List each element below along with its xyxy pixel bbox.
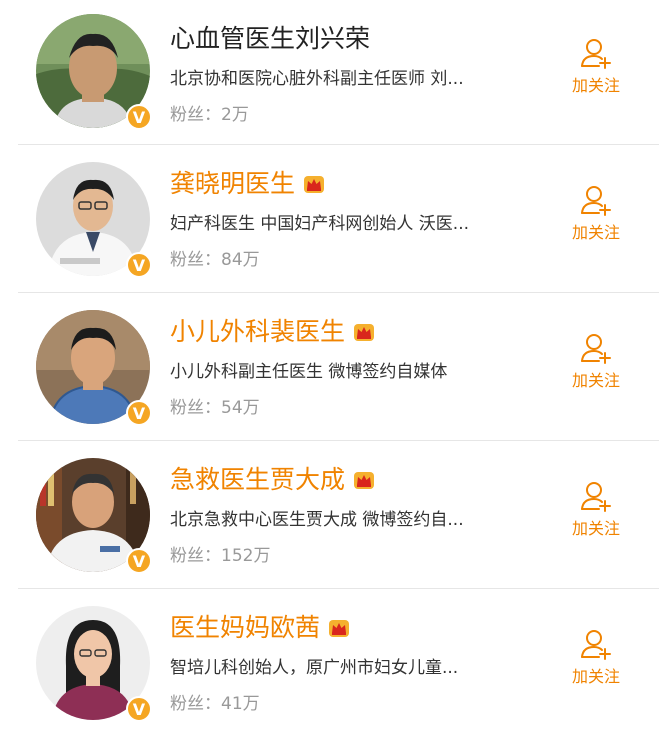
fans-count: 粉丝：54万 xyxy=(170,397,260,419)
verified-v-icon: V xyxy=(126,252,152,278)
follow-label: 加关注 xyxy=(571,223,620,242)
fans-label: 粉丝： xyxy=(170,398,221,418)
avatar[interactable]: V xyxy=(36,606,152,722)
fans-value: 54万 xyxy=(221,398,260,418)
fans-value: 41万 xyxy=(221,694,260,714)
fans-label: 粉丝： xyxy=(170,694,221,714)
vip-crown-icon xyxy=(304,176,325,193)
fans-value: 152万 xyxy=(221,546,271,566)
follow-button[interactable]: 加关注 xyxy=(560,331,632,391)
add-user-icon xyxy=(581,39,611,69)
user-name[interactable]: 急救医生贾大成 xyxy=(170,465,345,495)
add-user-icon xyxy=(581,334,611,364)
fans-count: 粉丝：84万 xyxy=(170,249,260,271)
follow-button[interactable]: 加关注 xyxy=(560,36,632,96)
user-name[interactable]: 心血管医生刘兴荣 xyxy=(170,24,370,54)
user-list: V 心血管医生刘兴荣 北京协和医院心脏外科副主任医师 刘... 粉丝：2万 加关… xyxy=(0,0,659,737)
list-item[interactable]: V 急救医生贾大成 北京急救中心医生贾大成 微博签约自... 粉丝：152万 加… xyxy=(0,441,659,589)
user-description: 小儿外科副主任医生 微博签约自媒体 xyxy=(170,362,448,382)
add-user-icon xyxy=(581,482,611,512)
user-description: 北京急救中心医生贾大成 微博签约自... xyxy=(170,510,464,530)
add-user-icon xyxy=(581,630,611,660)
fans-label: 粉丝： xyxy=(170,546,221,566)
fans-value: 84万 xyxy=(221,250,260,270)
user-name[interactable]: 小儿外科裴医生 xyxy=(170,317,345,347)
user-description: 北京协和医院心脏外科副主任医师 刘... xyxy=(170,69,464,89)
vip-crown-icon xyxy=(354,472,375,489)
fans-count: 粉丝：41万 xyxy=(170,693,260,715)
follow-button[interactable]: 加关注 xyxy=(560,183,632,243)
fans-count: 粉丝：2万 xyxy=(170,104,249,126)
list-item[interactable]: V 小儿外科裴医生 小儿外科副主任医生 微博签约自媒体 粉丝：54万 加关注 xyxy=(0,293,659,441)
list-item[interactable]: V 心血管医生刘兴荣 北京协和医院心脏外科副主任医师 刘... 粉丝：2万 加关… xyxy=(0,0,659,145)
fans-count: 粉丝：152万 xyxy=(170,545,270,567)
list-item[interactable]: V 龚晓明医生 妇产科医生 中国妇产科网创始人 沃医... 粉丝：84万 加关注 xyxy=(0,145,659,293)
follow-label: 加关注 xyxy=(571,519,620,538)
fans-label: 粉丝： xyxy=(170,250,221,270)
user-name[interactable]: 龚晓明医生 xyxy=(170,169,295,199)
verified-v-icon: V xyxy=(126,696,152,722)
user-name[interactable]: 医生妈妈欧茜 xyxy=(170,613,320,643)
follow-label: 加关注 xyxy=(571,76,620,95)
fans-label: 粉丝： xyxy=(170,105,221,125)
user-description: 智培儿科创始人，原广州市妇女儿童... xyxy=(170,658,459,678)
follow-button[interactable]: 加关注 xyxy=(560,627,632,687)
follow-label: 加关注 xyxy=(571,371,620,390)
add-user-icon xyxy=(581,186,611,216)
vip-crown-icon xyxy=(354,324,375,341)
user-description: 妇产科医生 中国妇产科网创始人 沃医... xyxy=(170,214,470,234)
avatar[interactable]: V xyxy=(36,310,152,426)
avatar[interactable]: V xyxy=(36,162,152,278)
avatar[interactable]: V xyxy=(36,14,152,130)
follow-label: 加关注 xyxy=(571,667,620,686)
verified-v-icon: V xyxy=(126,400,152,426)
verified-v-icon: V xyxy=(126,104,152,130)
vip-crown-icon xyxy=(329,620,350,637)
follow-button[interactable]: 加关注 xyxy=(560,479,632,539)
list-item[interactable]: V 医生妈妈欧茜 智培儿科创始人，原广州市妇女儿童... 粉丝：41万 加关注 xyxy=(0,589,659,737)
verified-v-icon: V xyxy=(126,548,152,574)
fans-value: 2万 xyxy=(221,105,249,125)
avatar[interactable]: V xyxy=(36,458,152,574)
